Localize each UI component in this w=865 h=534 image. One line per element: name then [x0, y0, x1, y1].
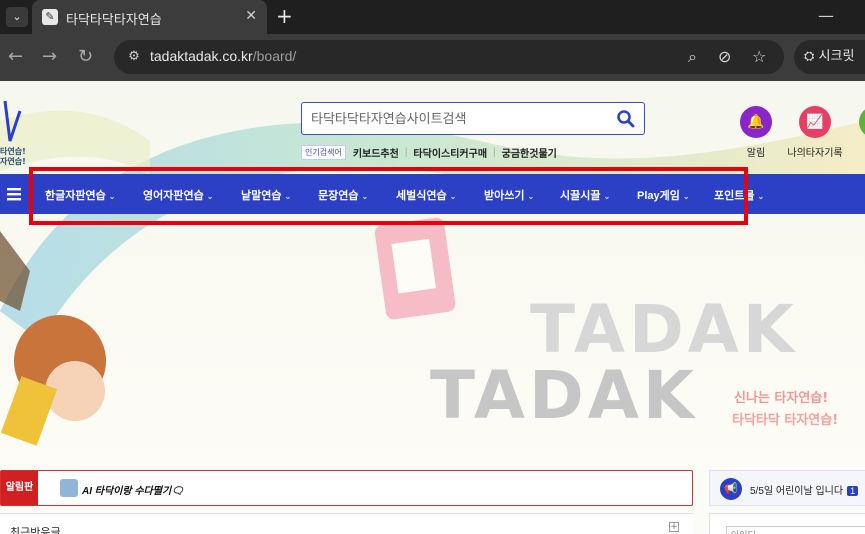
recent-replies-panel: 최근반응글 + — [0, 513, 693, 534]
site-search-box — [301, 102, 645, 135]
side-announcement[interactable]: 📢 5/5일 어린이날 입니다 1 — [709, 470, 865, 506]
bell-icon: 🔔 — [740, 106, 772, 138]
keyword-divider: | — [493, 146, 496, 158]
quick-link-label: 알림 — [746, 148, 766, 159]
web-page: 타연습! 자연습! TADAK TADAK 신나는 타자연습! 타닥타닥 타자연습… — [0, 81, 865, 534]
reload-icon[interactable]: ↻ — [78, 46, 93, 67]
url-text[interactable]: tadaktadak.co.kr/board/ — [150, 48, 296, 64]
window-minimize-icon[interactable]: — — [818, 6, 834, 25]
notice-tag: 알림판 — [1, 471, 38, 505]
quick-link-my-record[interactable]: 📈 나의타자기록 — [785, 106, 845, 159]
notice-text[interactable]: AI 타닥이랑 수다떨기🗨 — [82, 482, 184, 497]
nav-item-sebeolsik[interactable]: 세벌식연습 ⌄ — [396, 187, 456, 203]
hero-banner: 타연습! 자연습! TADAK TADAK 신나는 타자연습! 타닥타닥 타자연습… — [0, 81, 865, 466]
nav-item-label: 포인트몰 — [714, 190, 755, 202]
site-search-input[interactable] — [302, 103, 602, 133]
username-field[interactable]: 아이디 — [726, 526, 865, 534]
chart-icon: 📈 — [799, 106, 831, 138]
chevron-down-icon: ⌄ — [108, 192, 116, 201]
back-icon[interactable]: ← — [8, 46, 23, 67]
side-announcement-text: 5/5일 어린이날 입니다 1 — [750, 482, 859, 497]
chevron-down-icon: ⌄ — [206, 192, 214, 201]
nav-item-korean-keyboard[interactable]: 한글자판연습 ⌄ — [45, 187, 115, 203]
hamburger-menu-icon[interactable] — [4, 183, 26, 205]
incognito-icon: ⛭ — [804, 49, 819, 64]
nav-item-label: 영어자판연습 — [143, 190, 204, 202]
chevron-down-icon: ⌄ — [527, 192, 535, 201]
browser-tabstrip: ⌄ ✎ 타닥타닥타자연습 ✕ + — — [0, 0, 865, 34]
nav-item-word-practice[interactable]: 낱말연습 ⌄ — [241, 187, 291, 203]
url-path: /board/ — [252, 48, 297, 64]
notice-bar[interactable]: 알림판 AI 타닥이랑 수다떨기🗨 — [0, 470, 693, 506]
keyword-link[interactable]: 키보드추천 — [353, 145, 399, 160]
watermark-bottom: TADAK — [430, 357, 698, 434]
quick-link-label: 나의타자기록 — [787, 148, 843, 159]
nav-item-label: 시끌시끌 — [560, 190, 601, 202]
eye-off-icon[interactable]: ⊘ — [718, 47, 731, 66]
quick-link-label: 1 — [845, 144, 865, 155]
chevron-down-icon: ⌄ — [603, 192, 611, 201]
nav-item-label: 세벌식연습 — [396, 190, 447, 202]
megaphone-icon: 📢 — [720, 478, 742, 500]
favicon-icon: ✎ — [42, 9, 58, 25]
nav-item-english-keyboard[interactable]: 영어자판연습 ⌄ — [143, 187, 213, 203]
site-logo-text[interactable]: 타연습! 자연습! — [0, 147, 26, 167]
site-info-icon[interactable]: ⚙ — [124, 47, 144, 67]
announcement-text: 5/5일 어린이날 입니다 — [750, 486, 844, 497]
nav-item-play-game[interactable]: Play게임 ⌄ — [637, 187, 690, 203]
nav-item-point-mall[interactable]: 포인트몰 ⌄ — [714, 187, 764, 203]
slogan-line-1: 신나는 타자연습! — [734, 391, 829, 406]
chevron-down-icon: ⌄ — [757, 192, 765, 201]
popular-keywords-label: 인기검색어 — [301, 144, 346, 160]
quick-link-notifications[interactable]: 🔔 알림 — [726, 106, 786, 159]
chevron-down-icon: ⌄ — [449, 192, 457, 201]
browser-toolbar: ← → ↻ ⚙ tadaktadak.co.kr/board/ ⌕ ⊘ ☆ — [0, 34, 865, 81]
new-tab-button[interactable]: + — [276, 4, 293, 28]
quick-link-third[interactable]: 1 — [845, 106, 865, 155]
keyword-link[interactable]: 궁금한것물기 — [502, 145, 557, 160]
circle-icon — [859, 106, 865, 138]
chevron-down-icon: ⌄ — [284, 192, 292, 201]
nav-item-label: 한글자판연습 — [45, 190, 106, 202]
tab-title: 타닥타닥타자연습 — [66, 12, 162, 27]
url-host: tadaktadak.co.kr — [150, 48, 253, 64]
login-panel: 아이디 — [709, 513, 865, 534]
incognito-button[interactable]: ⛭ 시크릿 — [794, 40, 865, 74]
browser-tab-active[interactable]: ✎ 타닥타닥타자연습 ✕ — [32, 0, 267, 34]
nav-item-label: 받아쓰기 — [484, 190, 525, 202]
tadak-avatar — [60, 479, 78, 497]
bookmark-star-icon[interactable]: ☆ — [752, 47, 766, 66]
nav-item-label: Play게임 — [637, 190, 680, 202]
nav-item-community[interactable]: 시끌시끌 ⌄ — [560, 187, 610, 203]
forward-icon[interactable]: → — [42, 46, 57, 67]
search-icon[interactable] — [616, 109, 636, 129]
nav-item-label: 문장연습 — [318, 190, 359, 202]
announcement-count-badge: 1 — [847, 486, 859, 496]
popular-keywords: 인기검색어 키보드추천 | 타닥이스티커구매 | 궁금한것물기 — [301, 144, 563, 160]
keyword-link[interactable]: 타닥이스티커구매 — [413, 145, 487, 160]
main-navigation: 한글자판연습 ⌄ 영어자판연습 ⌄ 낱말연습 ⌄ 문장연습 ⌄ 세벌식연습 ⌄ 받아쓰기 ⌄… — [0, 174, 865, 214]
nav-item-sentence-practice[interactable]: 문장연습 ⌄ — [318, 187, 368, 203]
recent-replies-title: 최근반응글 — [10, 527, 61, 534]
tab-close-icon[interactable]: ✕ — [245, 8, 257, 24]
address-bar[interactable]: ⚙ tadaktadak.co.kr/board/ ⌕ ⊘ ☆ — [114, 40, 784, 74]
keyword-divider: | — [404, 146, 408, 158]
slogan-line-2: 타닥타닥 타자연습! — [732, 413, 839, 428]
chevron-down-icon: ⌄ — [361, 192, 369, 201]
zoom-icon[interactable]: ⌕ — [688, 47, 697, 67]
nav-item-dictation[interactable]: 받아쓰기 ⌄ — [484, 187, 534, 203]
nav-item-label: 낱말연습 — [241, 190, 282, 202]
chevron-down-icon: ⌄ — [682, 192, 690, 201]
tab-search-button[interactable]: ⌄ — [6, 7, 28, 27]
plus-icon[interactable]: + — [669, 522, 679, 532]
incognito-label: 시크릿 — [818, 49, 855, 64]
